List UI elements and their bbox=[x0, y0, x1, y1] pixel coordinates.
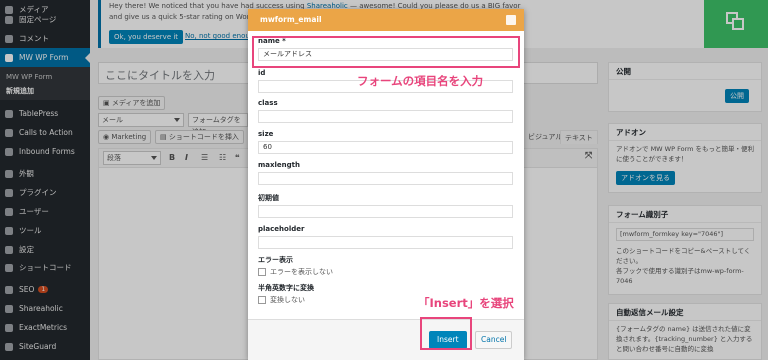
field-label-maxlength: maxlength bbox=[258, 161, 301, 169]
error-display-option[interactable]: エラーを表示しない bbox=[258, 267, 333, 277]
convert-option[interactable]: 変換しない bbox=[258, 295, 305, 305]
size-input[interactable]: 60 bbox=[258, 141, 513, 154]
class-input[interactable] bbox=[258, 110, 513, 123]
convert-checkbox[interactable] bbox=[258, 296, 266, 304]
default-value-input[interactable] bbox=[258, 205, 513, 218]
dialog-header: mwform_email bbox=[248, 9, 524, 31]
convert-label: 半角英数字に変換 bbox=[258, 284, 314, 292]
convert-option-label: 変換しない bbox=[270, 296, 305, 304]
field-label-placeholder: placeholder bbox=[258, 225, 305, 233]
field-label-default: 初期値 bbox=[258, 194, 279, 202]
dialog-title: mwform_email bbox=[260, 15, 322, 24]
field-label-class: class bbox=[258, 99, 278, 107]
insert-annotation: 「Insert」を選択 bbox=[418, 296, 514, 310]
field-label-id: id bbox=[258, 69, 266, 77]
error-option-label: エラーを表示しない bbox=[270, 268, 333, 276]
maxlength-input[interactable] bbox=[258, 172, 513, 185]
error-display-label: エラー表示 bbox=[258, 256, 293, 264]
cancel-button[interactable]: Cancel bbox=[475, 331, 513, 349]
insert-button-highlight bbox=[420, 317, 472, 350]
name-field-highlight bbox=[252, 36, 520, 68]
field-label-size: size bbox=[258, 130, 274, 138]
error-checkbox[interactable] bbox=[258, 268, 266, 276]
placeholder-input[interactable] bbox=[258, 236, 513, 249]
name-annotation: フォームの項目名を入力 bbox=[357, 74, 484, 88]
close-icon[interactable] bbox=[506, 15, 516, 25]
